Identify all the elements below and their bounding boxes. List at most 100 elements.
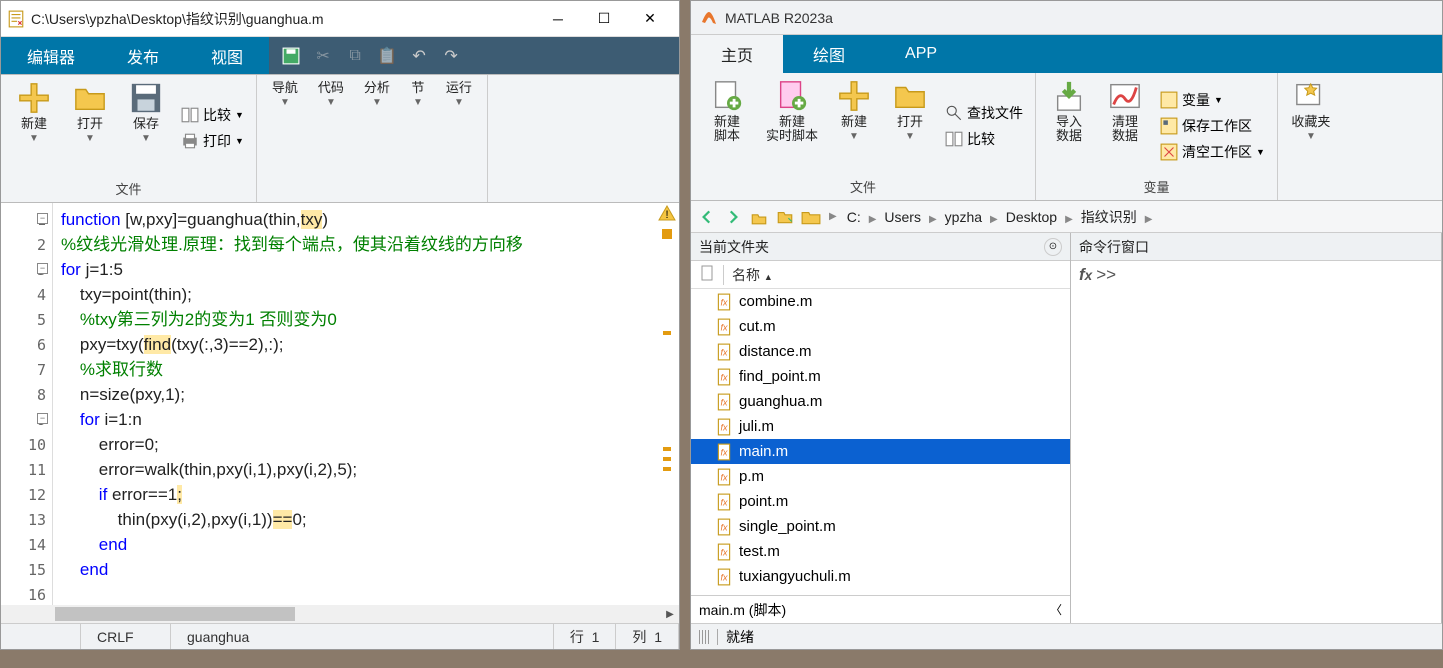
code-line[interactable]: %纹线光滑处理.原理：找到每个端点，使其沿着纹线的方向移 xyxy=(61,232,655,257)
undo-icon[interactable]: ↶ xyxy=(407,44,431,68)
status-text: 就绪 xyxy=(726,627,754,647)
open-button[interactable]: 打开 ▼ xyxy=(63,79,117,177)
file-row[interactable]: fxjuli.m xyxy=(691,414,1070,439)
warning-marker[interactable] xyxy=(663,467,671,471)
back-button[interactable] xyxy=(695,205,719,229)
tab-view[interactable]: 视图 xyxy=(185,37,269,74)
breadcrumb-segment[interactable]: Desktop xyxy=(1002,209,1061,225)
minimize-button[interactable]: ─ xyxy=(535,3,581,35)
save-icon[interactable] xyxy=(279,44,303,68)
code-line[interactable] xyxy=(61,582,655,605)
file-row[interactable]: fxfind_point.m xyxy=(691,364,1070,389)
run-button[interactable]: 运行▼ xyxy=(437,79,481,196)
warning-marker[interactable] xyxy=(663,331,671,335)
compare-button[interactable]: 比较 ▼ xyxy=(175,103,250,127)
import-data-button[interactable]: 导入 数据 xyxy=(1042,77,1096,175)
save-button[interactable]: 保存 ▼ xyxy=(119,79,173,177)
m-file-icon: fx xyxy=(715,393,733,411)
file-row[interactable]: fxcombine.m xyxy=(691,289,1070,314)
command-window[interactable]: fx >> xyxy=(1071,261,1441,623)
nav-button[interactable]: 导航▼ xyxy=(263,79,307,196)
code-body[interactable]: function [w,pxy]=guanghua(thin,txy)%纹线光滑… xyxy=(53,203,655,605)
tab-publish[interactable]: 发布 xyxy=(101,37,185,74)
new-button[interactable]: 新建 ▼ xyxy=(7,79,61,177)
breadcrumb-segment[interactable]: C: xyxy=(843,209,865,225)
new-script-icon xyxy=(710,79,744,113)
clear-data-icon xyxy=(1108,79,1142,113)
code-line[interactable]: %txy第三列为2的变为1 否则变为0 xyxy=(61,307,655,332)
copy-icon[interactable]: ⧉ xyxy=(343,44,367,68)
file-name: guanghua.m xyxy=(739,393,822,410)
fx-icon[interactable]: fx xyxy=(1079,265,1092,285)
maximize-button[interactable]: ☐ xyxy=(581,3,627,35)
file-row[interactable]: fxtest.m xyxy=(691,539,1070,564)
cut-icon[interactable]: ✂ xyxy=(311,44,335,68)
analyze-button[interactable]: 分析▼ xyxy=(355,79,399,196)
tab-apps[interactable]: APP xyxy=(875,35,967,73)
code-line[interactable]: error=0; xyxy=(61,432,655,457)
compare-button[interactable]: 比较 xyxy=(939,127,1029,151)
code-editor[interactable]: 1−23−456789−10111213141516 function [w,p… xyxy=(1,203,679,605)
panel-menu-button[interactable]: ⊙ xyxy=(1044,238,1062,256)
file-list[interactable]: fxcombine.mfxcut.mfxdistance.mfxfind_poi… xyxy=(691,289,1070,595)
code-line[interactable]: function [w,pxy]=guanghua(thin,txy) xyxy=(61,207,655,232)
print-button[interactable]: 打印 ▼ xyxy=(175,129,250,153)
tab-home[interactable]: 主页 xyxy=(691,35,783,73)
new-script-button[interactable]: 新建 脚本 xyxy=(697,77,757,175)
fold-button[interactable]: − xyxy=(37,213,48,224)
breadcrumb-segment[interactable]: Users xyxy=(880,209,925,225)
find-files-button[interactable]: 查找文件 xyxy=(939,101,1029,125)
code-line[interactable]: %求取行数 xyxy=(61,357,655,382)
close-button[interactable]: ✕ xyxy=(627,3,673,35)
code-line[interactable]: thin(pxy(i,2),pxy(i,1))==0; xyxy=(61,507,655,532)
file-row[interactable]: fxpoint.m xyxy=(691,489,1070,514)
code-line[interactable]: for j=1:5 xyxy=(61,257,655,282)
code-line[interactable]: for i=1:n xyxy=(61,407,655,432)
file-name: cut.m xyxy=(739,318,776,335)
file-type-icon xyxy=(699,265,715,284)
redo-icon[interactable]: ↷ xyxy=(439,44,463,68)
new-button[interactable]: 新建 ▼ xyxy=(827,77,881,175)
file-row[interactable]: fxcut.m xyxy=(691,314,1070,339)
code-line[interactable]: error=walk(thin,pxy(i,1),pxy(i,2),5); xyxy=(61,457,655,482)
code-button[interactable]: 代码▼ xyxy=(309,79,353,196)
favorites-button[interactable]: 收藏夹 ▼ xyxy=(1284,77,1338,194)
new-live-script-button[interactable]: 新建 实时脚本 xyxy=(759,77,825,175)
fold-button[interactable]: − xyxy=(37,263,48,274)
forward-button[interactable] xyxy=(721,205,745,229)
open-button[interactable]: 打开 ▼ xyxy=(883,77,937,175)
new-variable-button[interactable]: 变量 ▼ xyxy=(1154,88,1271,112)
warning-marker[interactable] xyxy=(663,447,671,451)
section-button[interactable]: 节▼ xyxy=(401,79,435,196)
file-row[interactable]: fxdistance.m xyxy=(691,339,1070,364)
breadcrumb-segment[interactable]: ypzha xyxy=(941,209,986,225)
warning-marker[interactable] xyxy=(663,457,671,461)
save-workspace-button[interactable]: 保存工作区 xyxy=(1154,114,1271,138)
fold-button[interactable]: − xyxy=(37,413,48,424)
svg-text:fx: fx xyxy=(720,422,728,432)
code-line[interactable]: end xyxy=(61,557,655,582)
tab-editor[interactable]: 编辑器 xyxy=(1,37,101,74)
file-row[interactable]: fxmain.m xyxy=(691,439,1070,464)
horizontal-scrollbar[interactable]: ▶ xyxy=(1,605,679,623)
paste-icon[interactable]: 📋 xyxy=(375,44,399,68)
code-line[interactable]: pxy=txy(find(txy(:,3)==2),:); xyxy=(61,332,655,357)
breadcrumb-segment[interactable]: 指纹识别 xyxy=(1077,209,1141,225)
file-row[interactable]: fx guanghua.m xyxy=(691,389,1070,414)
file-row[interactable]: fxsingle_point.m xyxy=(691,514,1070,539)
code-line[interactable]: n=size(pxy,1); xyxy=(61,382,655,407)
tab-plots[interactable]: 绘图 xyxy=(783,35,875,73)
up-folder-button[interactable] xyxy=(747,205,771,229)
name-column-header[interactable]: 名称 ▲ xyxy=(723,265,773,285)
expand-detail-button[interactable]: 〈 xyxy=(1050,601,1062,618)
file-row[interactable]: fxtuxiangyuchuli.m xyxy=(691,564,1070,589)
file-row[interactable]: fxp.m xyxy=(691,464,1070,489)
clear-data-button[interactable]: 清理 数据 xyxy=(1098,77,1152,175)
code-line[interactable]: end xyxy=(61,532,655,557)
code-line[interactable]: txy=point(thin); xyxy=(61,282,655,307)
browse-button[interactable] xyxy=(773,205,797,229)
clear-workspace-button[interactable]: 清空工作区 ▼ xyxy=(1154,140,1271,164)
scroll-right-icon[interactable]: ▶ xyxy=(661,605,679,623)
code-line[interactable]: if error==1; xyxy=(61,482,655,507)
scrollbar-thumb[interactable] xyxy=(55,607,295,621)
